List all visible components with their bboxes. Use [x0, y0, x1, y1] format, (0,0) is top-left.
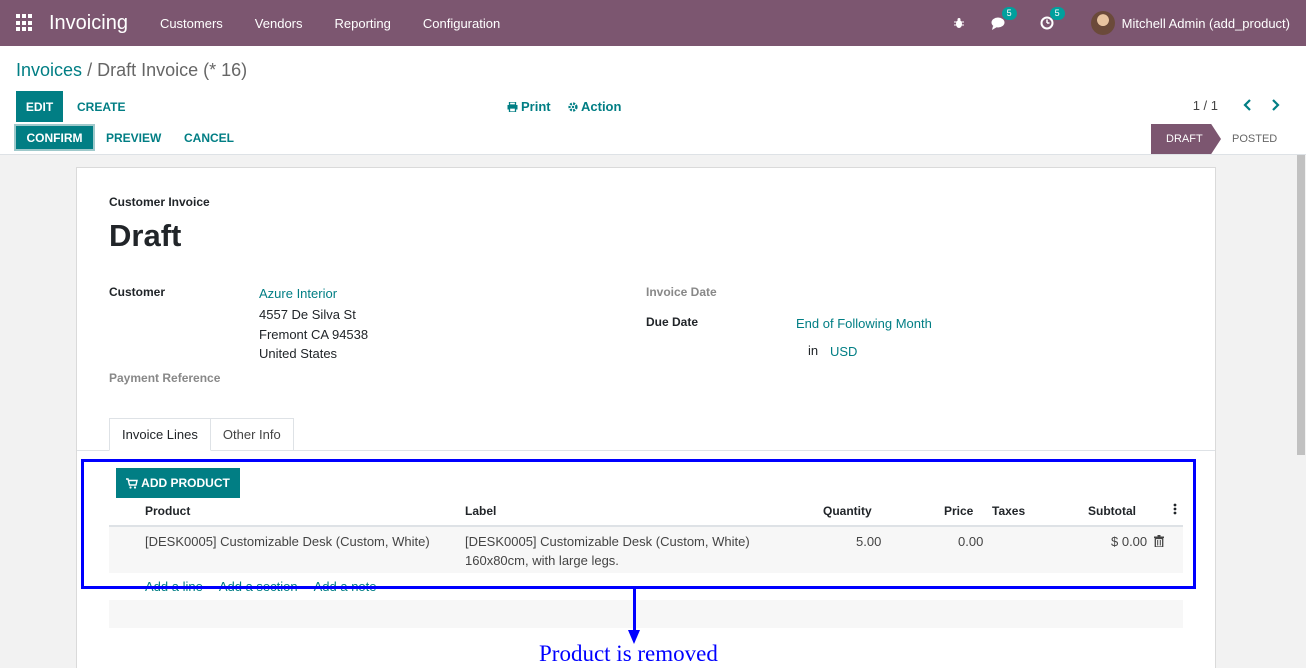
- app-title[interactable]: Invoicing: [49, 12, 128, 35]
- tab-invoice-lines[interactable]: Invoice Lines: [109, 418, 211, 451]
- invoice-status-title: Draft: [109, 218, 182, 253]
- customer-link[interactable]: Azure Interior: [259, 286, 337, 301]
- customer-label: Customer: [109, 285, 166, 299]
- menu-configuration[interactable]: Configuration: [407, 16, 516, 31]
- clock-icon[interactable]: 5: [1039, 7, 1065, 31]
- scrollbar-thumb[interactable]: [1297, 155, 1305, 455]
- pager-previous-icon[interactable]: [1240, 97, 1256, 113]
- annotation-box: [81, 459, 1196, 589]
- systray: 5 5 Mitchell Admin (add_product): [941, 0, 1306, 46]
- messages-badge: 5: [1001, 7, 1017, 20]
- breadcrumb-separator: /: [87, 60, 93, 80]
- action-menu[interactable]: Action: [568, 91, 621, 122]
- pager-next-icon[interactable]: [1267, 97, 1283, 113]
- currency-field[interactable]: USD: [830, 344, 857, 359]
- address-line-2: Fremont CA 94538: [259, 327, 369, 342]
- tab-other-info[interactable]: Other Info: [210, 418, 294, 451]
- due-date-label: Due Date: [646, 315, 699, 329]
- avatar[interactable]: [1090, 11, 1115, 35]
- edit-button[interactable]: EDIT: [16, 91, 63, 122]
- cancel-button[interactable]: CANCEL: [184, 124, 234, 151]
- print-menu[interactable]: Print: [507, 91, 551, 122]
- annotation-text: Product is removed: [539, 641, 718, 666]
- activities-badge: 5: [1049, 7, 1065, 20]
- annotation-arrow: [633, 589, 636, 633]
- print-label: Print: [521, 99, 551, 114]
- totals-area: [109, 600, 1183, 628]
- pager-value[interactable]: 1 / 1: [1193, 98, 1218, 113]
- invoice-form-sheet: Customer Invoice Draft Customer Azure In…: [76, 167, 1216, 668]
- action-label: Action: [581, 99, 622, 114]
- confirm-button[interactable]: CONFIRM: [14, 124, 95, 151]
- user-name[interactable]: Mitchell Admin (add_product): [1122, 16, 1290, 31]
- menu-vendors[interactable]: Vendors: [239, 16, 319, 31]
- currency-prefix: in: [808, 343, 819, 358]
- menu-reporting[interactable]: Reporting: [319, 16, 407, 31]
- invoice-type-label: Customer Invoice: [109, 195, 210, 209]
- main-menu: Customers Vendors Reporting Configuratio…: [144, 16, 516, 31]
- scrollbar[interactable]: [1296, 155, 1306, 668]
- print-icon: [507, 101, 518, 112]
- chat-icon[interactable]: 5: [991, 7, 1017, 31]
- breadcrumb-current: Draft Invoice (* 16): [97, 60, 248, 80]
- stage-posted[interactable]: POSTED: [1232, 124, 1277, 154]
- breadcrumb-invoices[interactable]: Invoices: [16, 60, 82, 80]
- invoice-date-label: Invoice Date: [646, 285, 717, 299]
- statusbar: CONFIRM PREVIEW CANCEL DRAFT POSTED: [0, 124, 1306, 155]
- address-line-3: United States: [259, 346, 338, 361]
- payment-reference-label: Payment Reference: [109, 371, 221, 385]
- address-line-1: 4557 De Silva St: [259, 307, 356, 322]
- bug-icon[interactable]: [951, 15, 967, 31]
- notebook-tabs: Invoice Lines Other Info: [109, 418, 294, 451]
- control-panel: Invoices / Draft Invoice (* 16) EDIT CRE…: [0, 46, 1306, 133]
- top-navbar: Invoicing Customers Vendors Reporting Co…: [0, 0, 1306, 46]
- gear-icon: [568, 101, 578, 112]
- create-button[interactable]: CREATE: [77, 91, 125, 122]
- apps-icon[interactable]: [16, 14, 34, 32]
- due-date-field[interactable]: End of Following Month: [796, 316, 932, 331]
- stage-draft: DRAFT: [1151, 124, 1221, 154]
- breadcrumb: Invoices / Draft Invoice (* 16): [16, 60, 247, 81]
- menu-customers[interactable]: Customers: [144, 16, 239, 31]
- preview-button[interactable]: PREVIEW: [106, 124, 161, 151]
